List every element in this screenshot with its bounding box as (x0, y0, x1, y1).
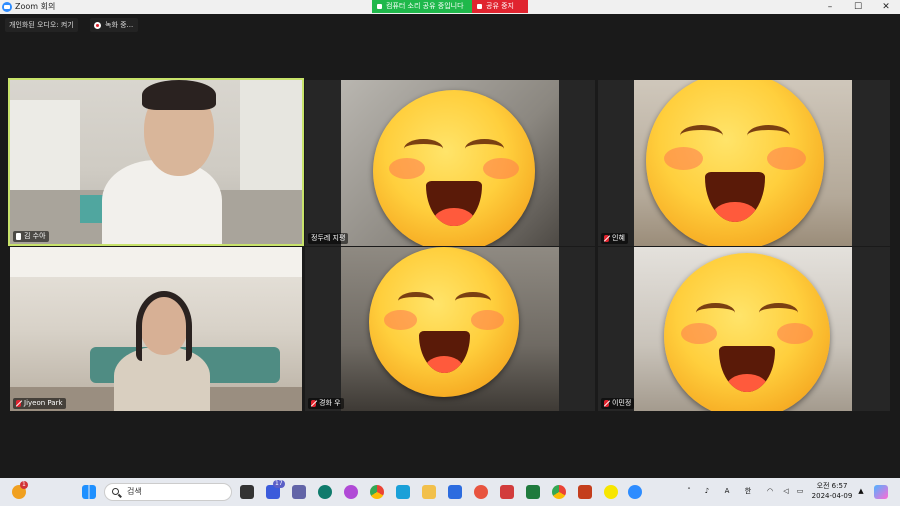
video-tile-1[interactable]: 김 수아 (8, 78, 304, 246)
participant-name-tag: 경화 우 (308, 398, 344, 409)
chevron-up-icon[interactable]: ˄ (684, 487, 694, 496)
chrome-icon[interactable] (552, 485, 566, 499)
emoji-face-icon (373, 90, 535, 246)
maximize-icon[interactable]: ☐ (844, 0, 872, 14)
participant-name: 이민정 (612, 399, 632, 407)
participant-video (10, 80, 302, 244)
mic-muted-icon (604, 235, 609, 242)
search-icon (112, 488, 119, 495)
participant-name: Jiyeon Park (24, 399, 63, 407)
mic-muted-icon (311, 400, 316, 407)
recording-label: 녹화 중... (105, 21, 134, 29)
close-icon[interactable]: ✕ (872, 0, 900, 14)
taskbar-search-input[interactable]: 검색 (104, 483, 232, 501)
video-tile-2[interactable]: 정두레 지평 (305, 80, 595, 246)
participant-video (10, 247, 302, 411)
teams-icon[interactable] (292, 485, 306, 499)
video-tile-3[interactable]: 인혜 (598, 80, 890, 246)
teams-badge: 17 (273, 480, 285, 488)
recording-indicator[interactable]: 녹화 중... (90, 18, 139, 32)
participant-name-tag: Jiyeon Park (13, 398, 66, 409)
windows-start-icon[interactable] (82, 485, 96, 499)
app-icon[interactable] (396, 485, 410, 499)
store-icon[interactable] (448, 485, 462, 499)
taskbar: 1 검색 17 ˄ ♪ A 한 ◠ ◁ ▭ 오전 6:57 2024-04-09… (0, 478, 900, 506)
ime-mode[interactable]: A (722, 487, 732, 496)
participant-name-tag: 정두레 지평 (308, 233, 349, 244)
clock-date[interactable]: 2024-04-09 (808, 492, 856, 501)
search-placeholder: 검색 (127, 487, 142, 496)
window-title: Zoom 회의 (15, 2, 56, 11)
clock-time[interactable]: 오전 6:57 (808, 482, 856, 491)
participant-name-tag: 인혜 (601, 233, 628, 244)
emoji-face-icon (664, 253, 830, 411)
task-view-icon[interactable] (240, 485, 254, 499)
participant-name: 인혜 (612, 234, 625, 242)
minimize-icon[interactable]: – (816, 0, 844, 14)
emoji-face-icon (646, 80, 824, 246)
video-tile-4[interactable]: Jiyeon Park (10, 247, 302, 411)
zoom-logo-icon (2, 2, 12, 12)
powerpoint-icon[interactable] (578, 485, 592, 499)
microphone-icon[interactable]: ♪ (702, 487, 712, 496)
title-bar: Zoom 회의 컴퓨터 소리 공유 중입니다 공유 중지 – ☐ ✕ (0, 0, 900, 14)
personalized-audio-toggle[interactable]: 개인화된 오디오: 켜기 (5, 18, 78, 32)
zoom-icon[interactable] (628, 485, 642, 499)
participant-name: 김 수아 (24, 232, 46, 240)
app-icon[interactable] (474, 485, 488, 499)
video-tile-6[interactable]: 이민정 (598, 247, 890, 411)
mic-muted-icon (604, 400, 609, 407)
participant-name: 경화 우 (319, 399, 341, 407)
bell-icon[interactable]: ▲ (856, 487, 866, 496)
notification-badge: 1 (20, 481, 28, 489)
participant-name-tag: 이민정 (601, 398, 635, 409)
share-status-indicator[interactable]: 컴퓨터 소리 공유 중입니다 (372, 0, 472, 13)
app-icon[interactable] (500, 485, 514, 499)
app-icon[interactable] (344, 485, 358, 499)
ime-language[interactable]: 한 (742, 487, 754, 496)
volume-icon[interactable]: ◁ (780, 487, 792, 496)
chrome-icon[interactable] (370, 485, 384, 499)
record-icon (94, 22, 101, 29)
video-tile-5[interactable]: 경화 우 (305, 247, 595, 411)
participant-name: 정두레 지평 (311, 234, 346, 242)
copilot-icon[interactable] (874, 485, 888, 499)
wifi-icon[interactable]: ◠ (764, 487, 776, 496)
battery-icon[interactable]: ▭ (794, 487, 806, 496)
pin-icon (16, 233, 21, 240)
edge-icon[interactable] (318, 485, 332, 499)
stop-share-button[interactable]: 공유 중지 (472, 0, 528, 13)
emoji-face-icon (369, 247, 519, 397)
file-explorer-icon[interactable] (422, 485, 436, 499)
kakaotalk-icon[interactable] (604, 485, 618, 499)
mic-muted-icon (16, 400, 21, 407)
excel-icon[interactable] (526, 485, 540, 499)
participant-name-tag: 김 수아 (13, 231, 49, 242)
